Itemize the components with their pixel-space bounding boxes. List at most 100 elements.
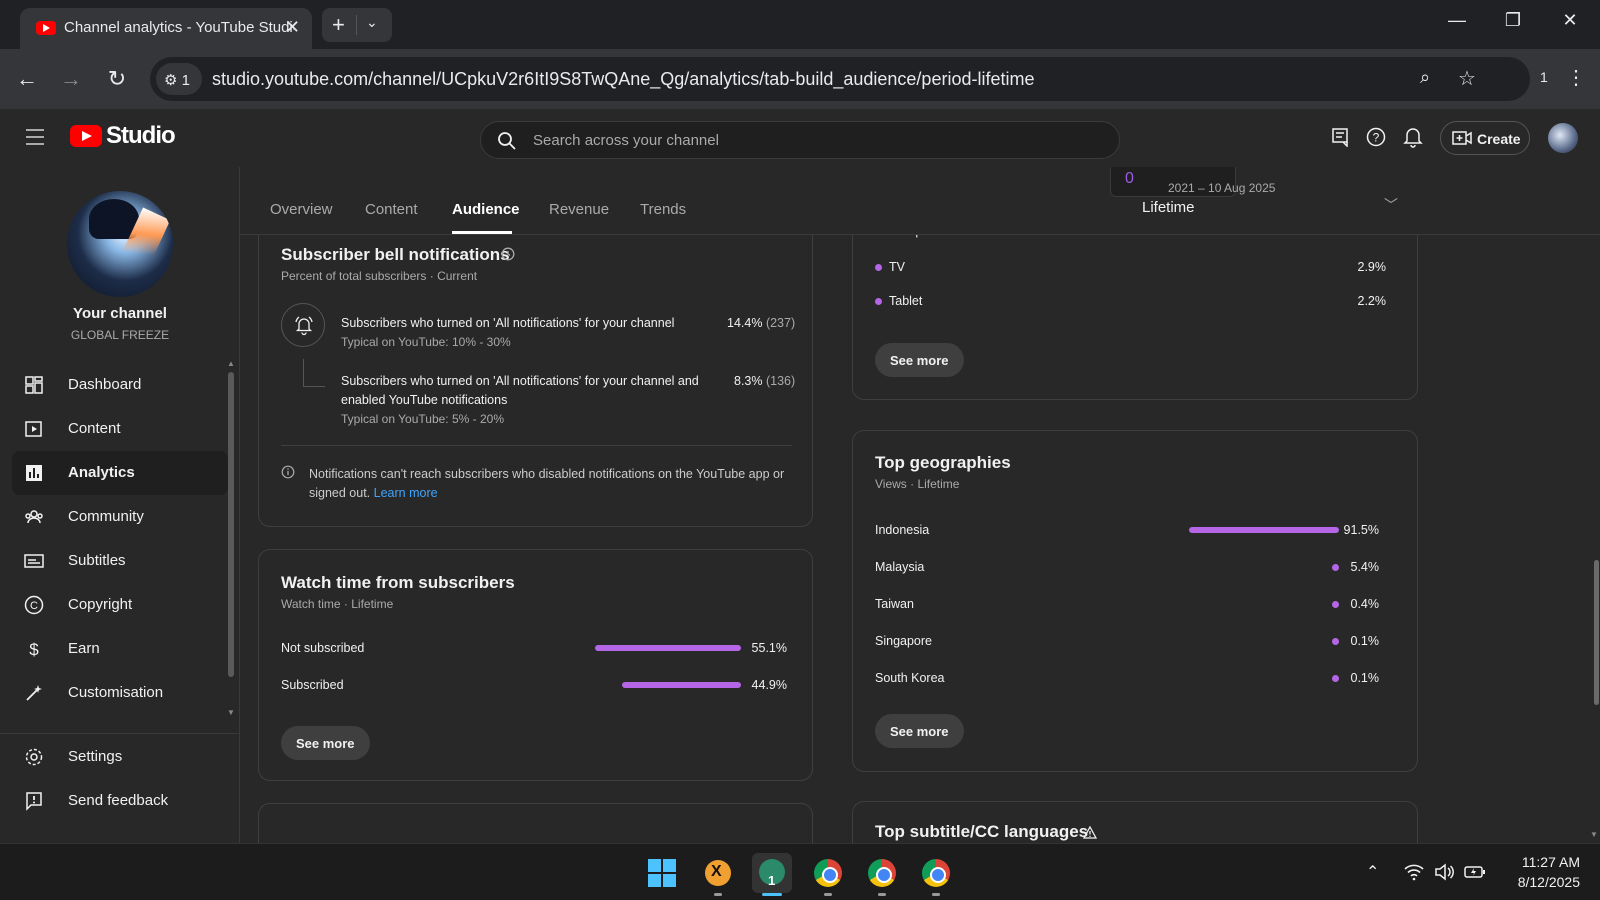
site-info-button[interactable]: ⚙ 1 — [156, 63, 202, 95]
sidebar-scroll-up-icon[interactable]: ▲ — [227, 359, 235, 368]
new-tab-group: + ⌄ — [322, 8, 392, 42]
volume-icon[interactable] — [1434, 863, 1454, 881]
minimize-icon[interactable]: — — [1437, 10, 1477, 31]
watch-row-pct: 44.9% — [751, 678, 787, 692]
hamburger-menu-icon[interactable] — [26, 129, 44, 150]
main-scroll-down-icon[interactable]: ▼ — [1590, 830, 1598, 839]
sidebar-item-content[interactable]: Content — [12, 407, 228, 451]
new-tab-button[interactable]: + — [332, 12, 345, 38]
sidebar-item-label: Dashboard — [68, 376, 142, 393]
geo-row-pct: 0.1% — [1350, 671, 1380, 685]
sidebar-item-settings[interactable]: Settings — [12, 735, 228, 779]
browser-menu-icon[interactable]: ⋮ — [1566, 65, 1586, 90]
tab-overview[interactable]: Overview — [270, 201, 333, 218]
card-subtitle: Views · Lifetime — [875, 477, 960, 491]
taskbar-app-2[interactable]: 1 — [752, 853, 792, 893]
geo-row-bar — [1189, 527, 1339, 533]
search-input[interactable]: Search across your channel — [533, 132, 719, 149]
chevron-down-icon[interactable]: ﹀ — [1384, 195, 1398, 215]
notifications-bell-icon[interactable] — [1403, 126, 1423, 148]
sidebar-item-customisation[interactable]: Customisation — [12, 671, 228, 715]
sidebar-item-subtitles[interactable]: Subtitles — [12, 539, 228, 583]
sidebar-item-copyright[interactable]: C Copyright — [12, 583, 228, 627]
geo-row-label: Indonesia — [875, 523, 930, 537]
help-icon[interactable]: ? — [1366, 127, 1386, 147]
windows-logo-icon — [648, 859, 676, 887]
device-see-more-button[interactable]: See more — [875, 343, 964, 377]
restore-icon[interactable]: ❐ — [1493, 10, 1533, 31]
app-badge: 1 — [768, 873, 776, 888]
active-tab-indicator — [452, 231, 512, 234]
app-logo-icon: X — [705, 860, 731, 886]
bell-ring-icon — [295, 316, 313, 336]
tab-revenue[interactable]: Revenue — [549, 201, 609, 218]
sidebar-scrollbar[interactable] — [228, 372, 234, 677]
dashboard-icon — [25, 376, 43, 394]
reload-icon[interactable]: ↻ — [102, 66, 132, 92]
tab-trends[interactable]: Trends — [640, 201, 686, 218]
tray-overflow-icon[interactable]: ⌃ — [1366, 862, 1379, 882]
studio-logo-text[interactable]: Studio — [106, 122, 176, 150]
watch-row-label: Subscribed — [281, 678, 344, 692]
create-button[interactable]: Create — [1440, 121, 1530, 155]
period-range: 2021 – 10 Aug 2025 — [1168, 181, 1276, 195]
sidebar-item-send-feedback[interactable]: Send feedback — [12, 779, 228, 823]
chrome-icon — [868, 859, 896, 887]
bell-tree-connector — [303, 359, 325, 387]
url-text[interactable]: studio.youtube.com/channel/UCpkuV2r6ItI9… — [212, 69, 1034, 90]
battery-icon[interactable] — [1464, 864, 1486, 880]
close-tab-icon[interactable]: ✕ — [285, 17, 300, 38]
close-window-icon[interactable]: ✕ — [1550, 10, 1590, 31]
extensions-count[interactable]: 1 — [1540, 69, 1548, 85]
system-clock[interactable]: 11:27 AM 8/12/2025 — [1490, 852, 1580, 892]
sidebar-item-label: Community — [68, 508, 144, 525]
main-scrollbar-track[interactable] — [1592, 167, 1600, 843]
taskbar-chrome-1[interactable] — [808, 853, 848, 893]
device-row-label: TV — [889, 260, 905, 274]
bell-row1-count: (237) — [765, 316, 796, 330]
start-button[interactable] — [642, 853, 682, 893]
geo-row-pct: 5.4% — [1350, 560, 1380, 574]
period-selector[interactable]: 0 2021 – 10 Aug 2025 Lifetime ﹀ — [1110, 167, 1410, 235]
geo-row-label: South Korea — [875, 671, 945, 685]
main-scrollbar-thumb[interactable] — [1594, 560, 1599, 705]
taskbar-chrome-2[interactable] — [862, 853, 902, 893]
forward-icon[interactable]: → — [56, 66, 86, 92]
sidebar-item-label: Subtitles — [68, 552, 126, 569]
messages-icon[interactable] — [1330, 127, 1350, 147]
channel-name: Your channel — [73, 305, 167, 322]
wifi-icon[interactable] — [1404, 863, 1424, 881]
sidebar-item-community[interactable]: Community — [12, 495, 228, 539]
browser-tab[interactable]: Channel analytics - YouTube Studio ✕ — [20, 8, 312, 49]
geo-see-more-button[interactable]: See more — [875, 714, 964, 748]
sidebar-scroll-down-icon[interactable]: ▼ — [227, 708, 235, 717]
svg-text:?: ? — [1373, 131, 1380, 145]
channel-avatar[interactable] — [67, 191, 173, 297]
taskbar-app-1[interactable]: X — [698, 853, 738, 893]
address-bar[interactable]: ⚙ 1 studio.youtube.com/channel/UCpkuV2r6… — [150, 57, 1530, 101]
site-info-count: 1 — [181, 72, 190, 89]
zoom-icon[interactable]: ⌕ — [1420, 67, 1430, 88]
card-title: Top geographies — [875, 453, 1011, 472]
watch-row-bar — [595, 645, 741, 651]
gear-icon — [25, 748, 43, 766]
sidebar-item-earn[interactable]: $ Earn — [12, 627, 228, 671]
tab-search-dropdown-icon[interactable]: ⌄ — [366, 14, 378, 31]
geo-row-label: Singapore — [875, 634, 932, 648]
learn-more-link[interactable]: Learn more — [374, 486, 438, 500]
account-avatar[interactable] — [1548, 123, 1578, 153]
sidebar-item-dashboard[interactable]: Dashboard — [12, 363, 228, 407]
back-icon[interactable]: ← — [12, 66, 42, 92]
bookmark-star-icon[interactable]: ☆ — [1458, 66, 1476, 91]
watch-see-more-button[interactable]: See more — [281, 726, 370, 760]
sidebar-item-analytics[interactable]: Analytics — [12, 451, 228, 495]
bell-row2-typical: Typical on YouTube: 5% - 20% — [341, 412, 504, 426]
windows-taskbar: X 1 ⌃ 11:27 AM 8/12/2025 — [0, 843, 1600, 900]
tab-content[interactable]: Content — [365, 201, 418, 218]
svg-text:$: $ — [29, 640, 39, 659]
youtube-logo-icon[interactable] — [70, 125, 102, 147]
search-bar[interactable]: Search across your channel — [480, 121, 1120, 159]
tab-audience[interactable]: Audience — [452, 201, 520, 218]
feedback-icon — [26, 792, 42, 811]
taskbar-chrome-3[interactable] — [916, 853, 956, 893]
